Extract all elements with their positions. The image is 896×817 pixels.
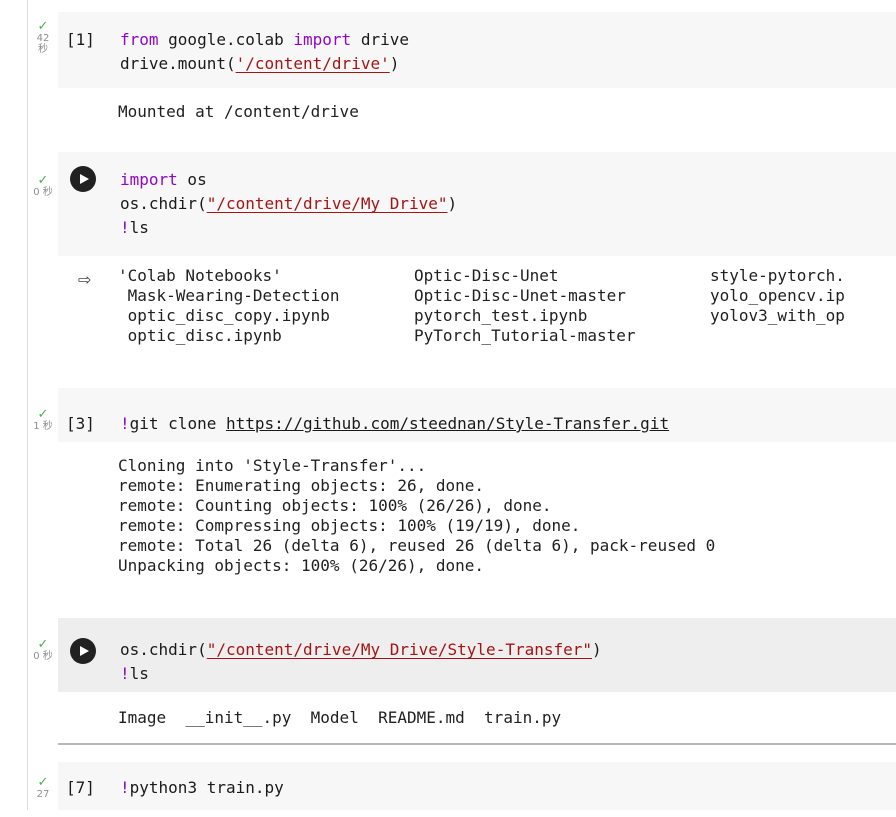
code-text[interactable]: import os os.chdir("/content/drive/My Dri…	[120, 168, 457, 240]
execution-status: ✓ 0 秒	[28, 174, 58, 198]
ls-entry: yolo_opencv.ip	[710, 286, 845, 305]
code-token: https://github.com/steednan/Style-Transf…	[225, 414, 670, 433]
run-cell-button[interactable]	[70, 638, 96, 664]
cell-output: Image __init__.py Model README.md train.…	[118, 708, 562, 727]
code-line[interactable]: !ls	[120, 216, 457, 240]
check-icon: ✓	[37, 173, 49, 188]
exec-time: 27	[36, 789, 50, 800]
ls-entry: style-pytorch.	[710, 266, 845, 285]
cell-shadow	[58, 743, 896, 745]
code-token: os.chdir(	[120, 194, 207, 213]
cell-output: Cloning into 'Style-Transfer'... remote:…	[118, 456, 716, 575]
execution-count: [7]	[66, 778, 95, 797]
execution-count: [1]	[66, 30, 95, 49]
code-token: python3 train.py	[129, 778, 284, 797]
code-token: os.chdir(	[120, 640, 207, 659]
run-cell-button[interactable]	[70, 166, 96, 192]
code-token: import	[120, 170, 178, 189]
execution-status: ✓ 27	[28, 776, 58, 800]
code-token: !	[120, 218, 130, 237]
output-redirect-icon[interactable]: ⇨	[78, 270, 91, 289]
code-line[interactable]: drive.mount('/content/drive')	[120, 52, 409, 76]
code-token: )	[592, 640, 602, 659]
ls-entry: pytorch_test.ipynb	[414, 306, 588, 325]
code-token: ls	[129, 218, 149, 237]
exec-time: 1 秒	[33, 421, 53, 432]
code-token: git clone	[129, 414, 226, 433]
exec-time: 0 秒	[33, 187, 53, 198]
code-token: drive	[351, 30, 409, 49]
ls-entry: PyTorch_Tutorial-master	[414, 326, 636, 345]
code-token: '/content/drive'	[235, 54, 390, 73]
code-token: from	[120, 30, 159, 49]
exec-time: 42	[36, 33, 50, 44]
code-token: !	[120, 414, 130, 433]
exec-time-unit: 秒	[38, 44, 48, 55]
ls-entry	[710, 326, 845, 346]
check-icon: ✓	[37, 19, 49, 34]
check-icon: ✓	[37, 637, 49, 652]
code-line[interactable]: os.chdir("/content/drive/My Drive")	[120, 192, 457, 216]
code-token: !	[120, 664, 130, 683]
code-token: import	[293, 30, 352, 49]
notebook-gutter-line	[27, 0, 28, 810]
code-token: )	[389, 54, 400, 73]
ls-entry: 'Colab Notebooks'	[118, 266, 282, 285]
ls-column-2: Optic-Disc-Unet Optic-Disc-Unet-master pyt…	[414, 266, 636, 346]
ls-column-3: style-pytorch. yolo_opencv.ip yolov3_with_…	[710, 266, 845, 346]
check-icon: ✓	[37, 407, 49, 422]
ls-entry: optic_disc.ipynb	[118, 326, 282, 345]
execution-status: ✓ 42 秒	[28, 20, 58, 55]
code-text[interactable]: !git clone https://github.com/steednan/S…	[120, 412, 669, 436]
code-token: ls	[129, 664, 149, 683]
ls-entry: optic_disc_copy.ipynb	[118, 306, 330, 325]
ls-entry: Optic-Disc-Unet	[414, 266, 559, 285]
ls-entry: Optic-Disc-Unet-master	[414, 286, 626, 305]
check-icon: ✓	[37, 775, 49, 790]
code-line[interactable]: from google.colab import drive	[120, 28, 409, 52]
code-token: )	[447, 194, 458, 213]
execution-status: ✓ 0 秒	[28, 638, 58, 662]
code-line[interactable]: import os	[120, 168, 457, 192]
execution-status: ✓ 1 秒	[28, 408, 58, 432]
execution-count: [3]	[66, 414, 95, 433]
code-token: "/content/drive/My Drive/Style-Transfer"	[206, 640, 593, 659]
code-text[interactable]: !python3 train.py	[120, 776, 284, 800]
code-text[interactable]: from google.colab import drive drive.moun…	[120, 28, 409, 76]
code-token: drive.mount(	[120, 54, 236, 73]
code-line[interactable]: !git clone https://github.com/steednan/S…	[120, 412, 669, 436]
cell-output: Mounted at /content/drive	[118, 102, 359, 121]
code-line[interactable]: !python3 train.py	[120, 776, 284, 800]
exec-time: 0 秒	[33, 651, 53, 662]
code-line[interactable]: !ls	[120, 662, 602, 686]
code-text[interactable]: os.chdir("/content/drive/My Drive/Style-…	[120, 638, 602, 686]
code-token: !	[120, 778, 130, 797]
ls-column-1: 'Colab Notebooks' Mask-Wearing-Detection…	[118, 266, 340, 346]
ls-entry: yolov3_with_op	[710, 306, 845, 325]
code-token: "/content/drive/My Drive"	[206, 194, 448, 213]
code-token: google.colab	[158, 30, 294, 49]
code-token: os	[177, 170, 207, 189]
code-line[interactable]: os.chdir("/content/drive/My Drive/Style-…	[120, 638, 602, 662]
ls-entry: Mask-Wearing-Detection	[118, 286, 340, 305]
